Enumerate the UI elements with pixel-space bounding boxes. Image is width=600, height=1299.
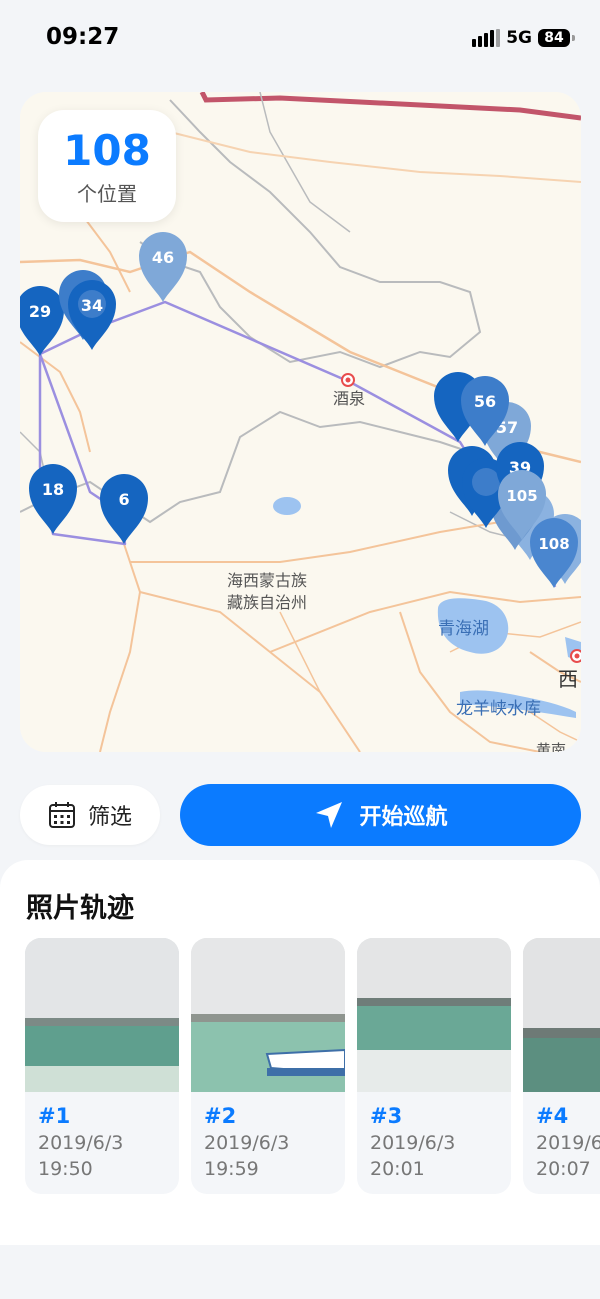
start-cruise-label: 开始巡航 — [359, 805, 448, 830]
status-bar: 09:27 5G 84 — [0, 0, 600, 78]
location-count-card: 108 个位置 — [38, 110, 176, 222]
photo-time: 19:59 — [204, 1158, 259, 1180]
filter-label: 筛选 — [87, 805, 132, 830]
photo-number: #4 — [536, 1104, 569, 1128]
pin-label: 34 — [81, 296, 103, 315]
photo-thumbnail — [523, 938, 600, 1092]
photo-card-1[interactable]: #1 2019/6/3 19:50 — [25, 938, 179, 1194]
photo-card-3[interactable]: #3 2019/6/3 20:01 — [357, 938, 511, 1194]
network-label: 5G — [506, 28, 532, 48]
map-label-qinghai-lake: 青海湖 — [438, 619, 489, 639]
location-count-label: 个位置 — [77, 182, 137, 206]
battery-icon: 84 — [538, 29, 575, 47]
photo-date: 2019/6/3 — [536, 1132, 600, 1154]
pin-label: 105 — [506, 487, 537, 505]
start-cruise-button[interactable]: 开始巡航 — [180, 784, 581, 846]
photo-number: #3 — [370, 1104, 403, 1128]
pin-label: 56 — [474, 392, 496, 411]
map-label-jiuquan: 酒泉 — [333, 389, 365, 408]
signal-icon — [472, 29, 501, 47]
bottom-bar — [0, 1245, 600, 1299]
photo-number: #1 — [38, 1104, 71, 1128]
map-label-longyangxia: 龙羊峡水库 — [456, 699, 541, 719]
map-label-xi: 西 — [558, 667, 578, 691]
pin-label: 29 — [29, 302, 51, 321]
photo-thumbnail — [357, 938, 511, 1092]
navigation-arrow-icon — [316, 802, 343, 828]
status-indicators: 5G 84 — [472, 27, 575, 49]
photo-date: 2019/6/3 — [204, 1132, 290, 1154]
photo-card-2[interactable]: #2 2019/6/3 19:59 — [191, 938, 345, 1194]
map-label-haixi-2: 藏族自治州 — [227, 593, 307, 612]
status-time: 09:27 — [46, 24, 120, 50]
photo-strip[interactable]: #1 2019/6/3 19:50 #2 2019/6/3 19:59 #3 2… — [25, 938, 600, 1198]
photo-thumbnail — [25, 938, 179, 1092]
location-count: 108 — [63, 126, 151, 175]
photo-card-4[interactable]: #4 2019/6/3 20:07 — [523, 938, 600, 1194]
photo-time: 20:07 — [536, 1158, 591, 1180]
pin-label: 46 — [152, 248, 174, 267]
photo-time: 19:50 — [38, 1158, 93, 1180]
photo-track-panel: 照片轨迹 #1 2019/6/3 19:50 #2 2019/6/3 19:59… — [0, 860, 600, 1245]
pin-label: 18 — [42, 480, 64, 499]
pin-label: 6 — [118, 490, 129, 509]
photo-date: 2019/6/3 — [38, 1132, 124, 1154]
photo-number: #2 — [204, 1104, 237, 1128]
photo-track-title: 照片轨迹 — [26, 893, 134, 924]
filter-button[interactable]: 筛选 — [20, 785, 160, 845]
photo-date: 2019/6/3 — [370, 1132, 456, 1154]
pin-label: 108 — [538, 535, 569, 553]
map-label-huangnan: 黄南 — [536, 741, 566, 752]
photo-time: 20:01 — [370, 1158, 425, 1180]
photo-thumbnail — [191, 938, 345, 1092]
map-label-haixi-1: 海西蒙古族 — [227, 571, 307, 590]
calendar-icon — [48, 802, 75, 828]
